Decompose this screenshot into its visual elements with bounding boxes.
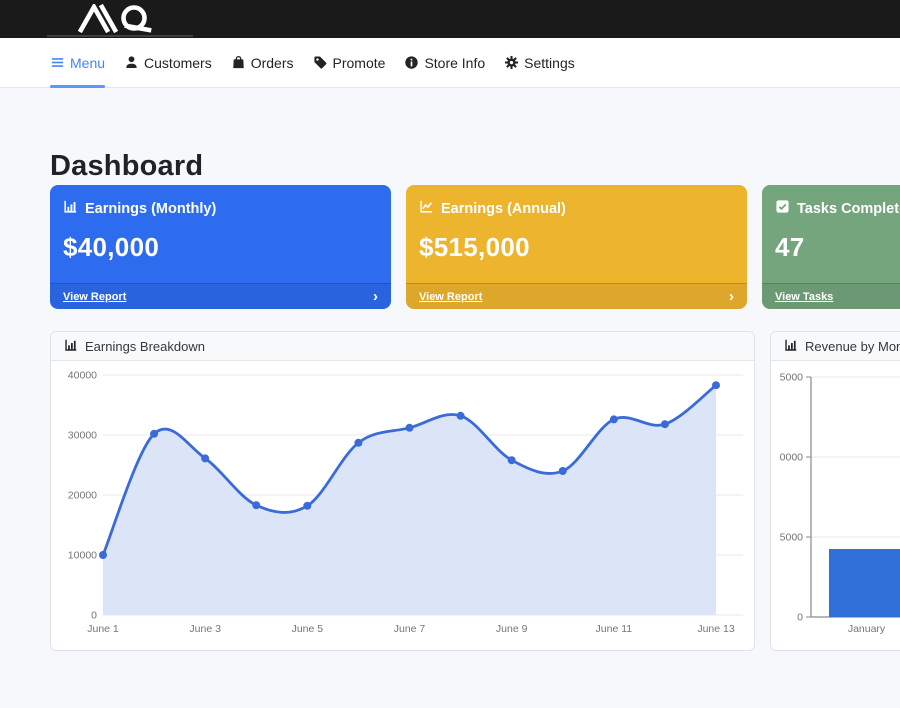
checkbox-icon <box>775 199 790 218</box>
nav-item-orders[interactable]: Orders <box>231 38 294 87</box>
chevron-right-icon: › <box>729 289 734 304</box>
hamburger-icon <box>50 55 65 70</box>
svg-text:June 1: June 1 <box>87 623 119 635</box>
stat-card-title-row: Tasks Completed <box>775 199 900 218</box>
brand-logo[interactable] <box>77 4 163 33</box>
nav-item-label: Menu <box>70 55 105 71</box>
tag-icon <box>313 55 328 70</box>
view-report-link[interactable]: View Report › <box>406 283 747 309</box>
stat-card-title: Earnings (Monthly) <box>85 201 216 217</box>
bar-chart-icon <box>784 338 798 355</box>
stat-card-value: $40,000 <box>63 232 378 263</box>
stat-card-earnings-monthly: Earnings (Monthly) $40,000 View Report › <box>50 185 391 309</box>
bar-chart-icon <box>63 199 78 218</box>
svg-text:January: January <box>848 623 886 635</box>
gear-icon <box>504 55 519 70</box>
view-tasks-link[interactable]: View Tasks › <box>762 283 900 309</box>
svg-text:40000: 40000 <box>68 370 97 382</box>
svg-text:15000: 15000 <box>779 372 803 384</box>
stat-card-title-row: Earnings (Annual) <box>419 199 734 218</box>
line-chart-icon <box>419 199 434 218</box>
view-tasks-label: View Tasks <box>775 291 833 303</box>
nav-item-label: Customers <box>144 55 212 71</box>
logo-underline <box>47 35 193 37</box>
active-tab-underline <box>50 85 105 88</box>
shopping-bag-icon <box>231 55 246 70</box>
info-circle-icon <box>404 55 419 70</box>
svg-text:10000: 10000 <box>779 452 803 464</box>
main-nav: Menu Customers Orders Promote Store Info… <box>0 38 900 88</box>
revenue-by-month-chart: 0 5000 10000 15000 January <box>779 367 900 645</box>
svg-text:0: 0 <box>797 612 803 624</box>
view-report-label: View Report <box>63 291 126 303</box>
stat-card-value: 47 <box>775 232 900 263</box>
view-report-link[interactable]: View Report › <box>50 283 391 309</box>
view-report-label: View Report <box>419 291 482 303</box>
charts-row: Earnings Breakdown 0 10000 20000 30000 40000… <box>50 331 900 651</box>
nav-item-label: Store Info <box>424 55 485 71</box>
svg-text:10000: 10000 <box>68 550 97 562</box>
earnings-breakdown-panel: Earnings Breakdown 0 10000 20000 30000 40000… <box>50 331 755 651</box>
nav-item-settings[interactable]: Settings <box>504 38 575 87</box>
svg-text:June 7: June 7 <box>394 623 426 635</box>
svg-text:June 11: June 11 <box>596 623 633 635</box>
panel-title: Earnings Breakdown <box>85 339 205 354</box>
panel-header: Revenue by Month <box>771 332 900 361</box>
bar-chart-icon <box>64 338 78 355</box>
stat-card-title-row: Earnings (Monthly) <box>63 199 378 218</box>
revenue-by-month-panel: Revenue by Month 0 5000 10000 15000 January <box>770 331 900 651</box>
svg-text:0: 0 <box>91 610 97 622</box>
nav-item-store-info[interactable]: Store Info <box>404 38 485 87</box>
panel-body: 0 5000 10000 15000 January <box>771 361 900 650</box>
stat-card-value: $515,000 <box>419 232 734 263</box>
svg-text:June 3: June 3 <box>189 623 221 635</box>
nav-item-menu[interactable]: Menu <box>50 38 105 87</box>
panel-title: Revenue by Month <box>805 339 900 354</box>
svg-text:20000: 20000 <box>68 490 97 502</box>
stat-card-body: Earnings (Annual) $515,000 <box>406 185 747 263</box>
panel-body: 0 10000 20000 30000 40000 June 1 June 3 June 5 J… <box>51 361 754 650</box>
stat-card-earnings-annual: Earnings (Annual) $515,000 View Report › <box>406 185 747 309</box>
chevron-right-icon: › <box>373 289 378 304</box>
page-title: Dashboard <box>50 150 900 183</box>
nav-item-promote[interactable]: Promote <box>313 38 386 87</box>
svg-text:June 13: June 13 <box>697 623 735 635</box>
svg-text:5000: 5000 <box>780 532 804 544</box>
stat-card-body: Tasks Completed 47 <box>762 185 900 263</box>
nav-item-customers[interactable]: Customers <box>124 38 212 87</box>
earnings-breakdown-chart: 0 10000 20000 30000 40000 June 1 June 3 June 5 J… <box>59 367 746 645</box>
stat-card-body: Earnings (Monthly) $40,000 <box>50 185 391 263</box>
nav-item-label: Promote <box>333 55 386 71</box>
topbar <box>0 0 900 38</box>
nav-item-label: Orders <box>251 55 294 71</box>
svg-text:June 9: June 9 <box>496 623 528 635</box>
nav-item-label: Settings <box>524 55 575 71</box>
stat-card-tasks-completed: Tasks Completed 47 View Tasks › <box>762 185 900 309</box>
svg-text:June 5: June 5 <box>292 623 324 635</box>
user-icon <box>124 55 139 70</box>
stat-card-title: Earnings (Annual) <box>441 201 566 217</box>
panel-header: Earnings Breakdown <box>51 332 754 361</box>
stat-cards-row: Earnings (Monthly) $40,000 View Report ›… <box>50 185 900 309</box>
stat-card-title: Tasks Completed <box>797 201 900 217</box>
main-content: Dashboard Earnings (Monthly) $40,000 Vie… <box>0 88 900 651</box>
svg-text:30000: 30000 <box>68 430 97 442</box>
